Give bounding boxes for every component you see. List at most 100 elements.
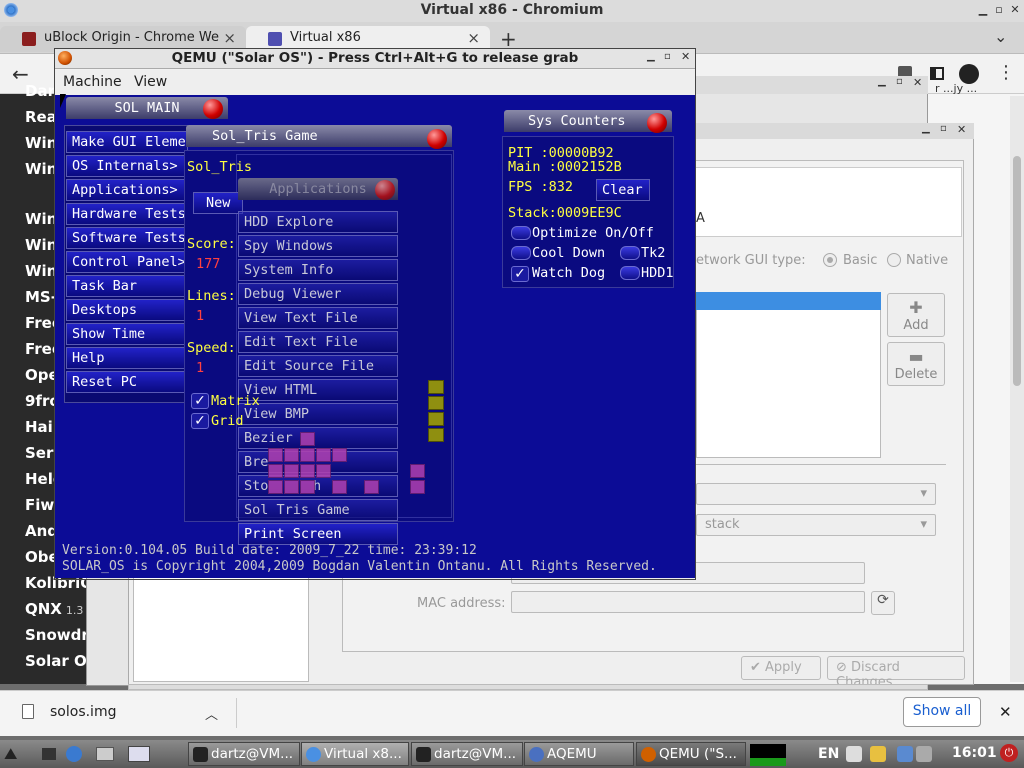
applications-menu-item[interactable]: HDD Explore xyxy=(238,211,398,233)
clear-button[interactable]: Clear xyxy=(596,179,650,201)
more-menu-icon[interactable]: ⋮ xyxy=(997,62,1015,83)
download-filename[interactable]: solos.img xyxy=(50,704,116,720)
applications-menu-item[interactable]: View HTML xyxy=(238,379,398,401)
taskbar-item-chromium[interactable]: Virtual x8... xyxy=(301,742,409,766)
qemu-maximize-icon[interactable]: ▫ xyxy=(664,51,671,62)
inner-close-icon[interactable]: ✕ xyxy=(957,123,966,136)
page-scrollbar-thumb[interactable] xyxy=(1013,156,1021,386)
hdd1-toggle[interactable] xyxy=(620,266,640,280)
applications-menu-item[interactable]: View Text File xyxy=(238,307,398,329)
dialog-minimize-icon[interactable]: ▁ xyxy=(878,76,886,87)
optimize-toggle[interactable] xyxy=(511,226,531,240)
minimize-icon[interactable]: ▁ xyxy=(976,3,990,16)
sidebar-os-item[interactable]: Win xyxy=(25,262,57,280)
main-menu-item[interactable]: Desktops xyxy=(66,299,188,321)
sys-counters-close-icon[interactable] xyxy=(647,113,667,133)
main-menu-item[interactable]: Control Panel> xyxy=(66,251,188,273)
tab-search-icon[interactable]: ⌄ xyxy=(994,27,1007,46)
print-screen-button[interactable]: Print Screen xyxy=(238,523,398,545)
sol-main-close-icon[interactable] xyxy=(203,99,223,119)
chevron-up-icon[interactable]: ︿ xyxy=(205,704,218,723)
main-menu-item[interactable]: Show Time xyxy=(66,323,188,345)
volume-tray-icon[interactable] xyxy=(916,746,932,762)
menu-view[interactable]: View xyxy=(134,74,167,90)
side-panel-icon[interactable] xyxy=(930,67,944,80)
mac-address-input[interactable] xyxy=(511,591,865,613)
network-listbox[interactable] xyxy=(696,292,881,458)
main-menu-item[interactable]: Applications> xyxy=(66,179,188,201)
matrix-checkbox[interactable]: ✓ xyxy=(191,393,209,409)
package-tray-icon[interactable] xyxy=(870,746,886,762)
file-manager-icon[interactable] xyxy=(96,747,114,761)
page-scrollbar[interactable] xyxy=(1010,96,1024,682)
main-menu-item[interactable]: Hardware Tests> xyxy=(66,203,188,225)
sidebar-os-item[interactable]: QNX 1.3 xyxy=(25,600,83,618)
stack-dropdown[interactable]: stack ▾ xyxy=(696,514,936,536)
qemu-minimize-icon[interactable]: ▁ xyxy=(647,51,655,62)
new-game-button[interactable]: New xyxy=(193,192,243,214)
taskbar-item-aqemu[interactable]: AQEMU xyxy=(524,742,634,766)
gui-basic-radio[interactable] xyxy=(823,253,837,267)
main-menu-item[interactable]: Task Bar xyxy=(66,275,188,297)
main-menu-item[interactable]: Help xyxy=(66,347,188,369)
search-tray-icon[interactable] xyxy=(846,746,862,762)
start-menu-icon[interactable]: ⛰ xyxy=(4,744,17,764)
profile-avatar-icon[interactable] xyxy=(959,64,979,84)
close-download-bar-icon[interactable]: ✕ xyxy=(999,703,1012,721)
network-tray-icon[interactable] xyxy=(897,746,913,762)
delete-button[interactable]: ▬ Delete xyxy=(887,342,945,386)
keyboard-language[interactable]: EN xyxy=(818,746,839,762)
show-all-button[interactable]: Show all xyxy=(903,697,981,727)
applications-menu-item[interactable]: Bezier xyxy=(238,427,398,449)
menu-machine[interactable]: Machine xyxy=(63,74,122,90)
applications-menu-item[interactable]: View BMP xyxy=(238,403,398,425)
applications-menu-item[interactable]: Sol Tris Game xyxy=(238,499,398,521)
applications-menu-item[interactable]: Edit Text File xyxy=(238,331,398,353)
add-button[interactable]: ✚ Add xyxy=(887,293,945,337)
applications-menu-item[interactable]: Debug Viewer xyxy=(238,283,398,305)
sidebar-os-item[interactable]: Rea xyxy=(25,108,57,126)
main-menu-item[interactable]: Software Tests xyxy=(66,227,188,249)
inner-maximize-icon[interactable]: ▫ xyxy=(940,123,947,134)
sidebar-os-item[interactable]: Dar xyxy=(25,82,55,100)
qemu-close-icon[interactable]: ✕ xyxy=(681,50,690,63)
sidebar-os-item[interactable]: MS- xyxy=(25,288,57,306)
applications-menu-item[interactable]: System Info xyxy=(238,259,398,281)
applications-titlebar[interactable]: Applications xyxy=(238,178,398,200)
applications-menu-item[interactable]: Spy Windows xyxy=(238,235,398,257)
dialog-close-icon[interactable]: ✕ xyxy=(913,76,922,89)
dropdown-field-1[interactable]: ▾ xyxy=(696,483,936,505)
sidebar-os-item[interactable]: Win xyxy=(25,134,57,152)
sol-tris-close-icon[interactable] xyxy=(427,129,447,149)
main-menu-item[interactable]: Reset PC xyxy=(66,371,188,393)
sidebar-os-item[interactable]: Solar O xyxy=(25,652,87,670)
main-menu-item[interactable]: OS Internals> xyxy=(66,155,188,177)
watch-dog-checkbox[interactable]: ✓ xyxy=(511,266,529,282)
applications-close-icon[interactable] xyxy=(375,180,395,200)
sidebar-os-item[interactable]: Snowdr xyxy=(25,626,89,644)
apply-button[interactable]: ✔ Apply xyxy=(741,656,821,680)
close-icon[interactable]: ✕ xyxy=(1008,3,1022,16)
gui-native-radio[interactable] xyxy=(887,253,901,267)
sidebar-os-item[interactable]: Win xyxy=(25,236,57,254)
refresh-mac-button[interactable]: ⟳ xyxy=(871,591,895,615)
taskbar-item-terminal-1[interactable]: dartz@VM... xyxy=(188,742,300,766)
taskbar-item-terminal-2[interactable]: dartz@VM... xyxy=(411,742,523,766)
applications-menu-item[interactable]: Edit Source File xyxy=(238,355,398,377)
tk2-toggle[interactable] xyxy=(620,246,640,260)
tab-close-icon[interactable]: × xyxy=(467,29,480,47)
inner-minimize-icon[interactable]: ▁ xyxy=(922,123,930,134)
taskbar-item-qemu[interactable]: QEMU ("S... xyxy=(636,742,746,766)
dialog-maximize-icon[interactable]: ▫ xyxy=(896,76,903,87)
selected-network-row[interactable] xyxy=(696,292,881,310)
tab-close-icon[interactable]: × xyxy=(223,29,236,47)
sol-tris-titlebar[interactable]: Sol_Tris Game xyxy=(186,125,452,147)
network-globe-icon[interactable] xyxy=(66,746,82,762)
sidebar-os-item[interactable]: Win xyxy=(25,210,57,228)
grid-checkbox[interactable]: ✓ xyxy=(191,413,209,429)
cool-down-toggle[interactable] xyxy=(511,246,531,260)
maximize-icon[interactable]: ▫ xyxy=(992,3,1006,16)
discard-changes-button[interactable]: ⊘ Discard Changes xyxy=(827,656,965,690)
main-menu-item[interactable]: Make GUI Eleme xyxy=(66,131,188,153)
sidebar-os-item[interactable]: Win xyxy=(25,160,57,178)
